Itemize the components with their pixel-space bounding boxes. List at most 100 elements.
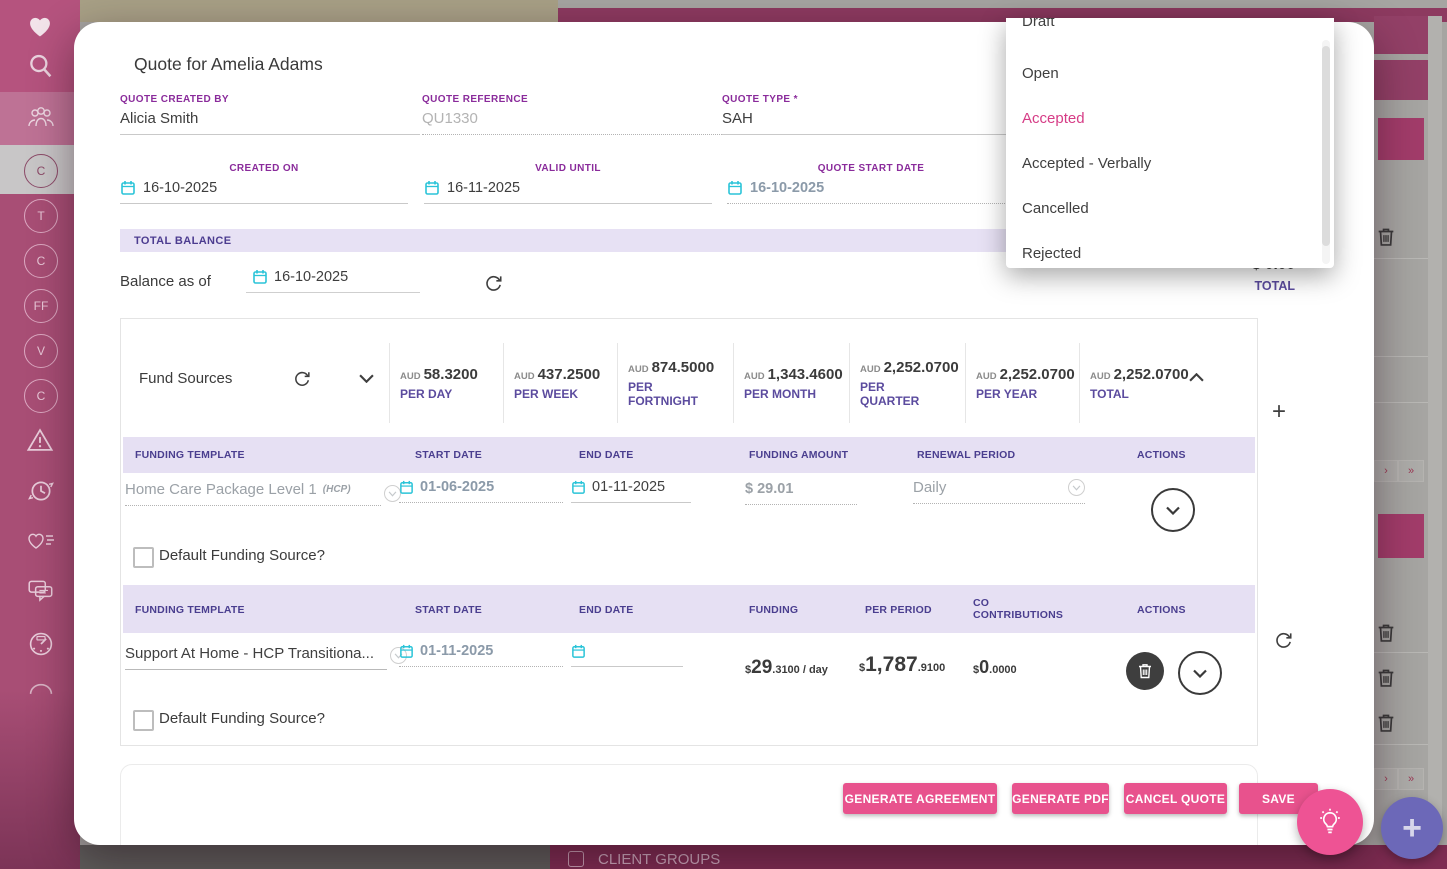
dropdown-item-accepted[interactable]: Accepted [1022, 99, 1302, 139]
heart-icon[interactable] [26, 13, 54, 39]
summary-period: PER WEEK [514, 386, 579, 401]
dropdown-item-draft[interactable]: Draft [1022, 18, 1302, 42]
dropdown-item-cancelled[interactable]: Cancelled [1022, 189, 1302, 229]
column-header: FUNDING AMOUNT [749, 449, 849, 461]
pager-next-glyph: › [1384, 465, 1388, 477]
generate-pdf-button[interactable]: GENERATE PDF [1012, 783, 1109, 814]
sidebar-avatar-client[interactable]: C [24, 244, 58, 278]
trash-icon[interactable] [1376, 226, 1396, 248]
default-funding-checkbox[interactable] [133, 547, 154, 568]
add-fab-button[interactable]: + [1381, 797, 1443, 859]
cancel-quote-button[interactable]: CANCEL QUOTE [1124, 783, 1227, 814]
start-date-cell[interactable]: 01-11-2025 [399, 643, 563, 667]
sidebar-avatar-client-active[interactable]: C [24, 154, 58, 188]
dropdown-item-accepted-verbally[interactable]: Accepted - Verbally [1022, 144, 1302, 184]
quote-status-dropdown: Draft Open Accepted Accepted - Verbally … [1006, 18, 1334, 268]
background-block [1378, 514, 1424, 558]
column-header: START DATE [415, 449, 482, 461]
client-groups-checkbox[interactable] [568, 851, 584, 867]
expand-row-button[interactable] [1178, 651, 1222, 695]
client-groups-label: CLIENT GROUPS [598, 851, 721, 868]
hint-fab-button[interactable] [1297, 789, 1363, 855]
bottom-bar-left [80, 845, 550, 869]
quote-created-by-value[interactable]: Alicia Smith [120, 110, 198, 127]
search-icon[interactable] [26, 52, 54, 82]
row-divider [1374, 402, 1428, 403]
calendar-icon[interactable] [571, 643, 586, 659]
funding-amount-cell: $ 29.01 [745, 481, 857, 505]
chevron-down-icon[interactable] [359, 374, 374, 383]
headset-icon[interactable] [26, 680, 54, 694]
sidebar-avatar-client[interactable]: C [24, 379, 58, 413]
row-divider [1374, 258, 1428, 259]
avatar-initials: C [36, 164, 46, 178]
avatar-initials: C [36, 254, 46, 268]
default-funding-label: Default Funding Source? [159, 547, 325, 564]
end-date-value[interactable]: 01-11-2025 [592, 479, 665, 495]
clients-people-icon[interactable] [26, 105, 54, 129]
funding-template-cell: Home Care Package Level 1 (HCP) [125, 481, 381, 506]
quote-type-value[interactable]: SAH [722, 110, 753, 127]
default-funding-label: Default Funding Source? [159, 710, 325, 727]
pager-last-glyph: » [1407, 773, 1415, 785]
chat-icon[interactable] [26, 578, 54, 604]
refresh-icon[interactable] [484, 273, 503, 292]
default-funding-checkbox[interactable] [133, 710, 154, 731]
created-on-value[interactable]: 16-10-2025 [143, 180, 217, 196]
lightbulb-icon [1316, 807, 1344, 837]
column-header: RENEWAL PERIOD [917, 449, 1016, 461]
add-fund-source-button[interactable]: + [1272, 398, 1286, 426]
sidebar-avatar-client[interactable]: T [24, 199, 58, 233]
sidebar-avatar-client[interactable]: FF [24, 289, 58, 323]
pager-last-button[interactable]: » [1398, 768, 1424, 790]
column-header: FUNDING [749, 604, 799, 616]
dashboard-gauge-icon[interactable] [26, 630, 54, 658]
quote-created-by-field: QUOTE CREATED BY Alicia Smith [120, 94, 420, 135]
end-date-cell[interactable]: 01-11-2025 [571, 479, 691, 503]
calendar-icon[interactable] [399, 643, 414, 659]
dropdown-scrollbar-thumb[interactable] [1322, 46, 1330, 246]
refresh-icon[interactable] [1274, 630, 1293, 649]
trash-icon[interactable] [1376, 667, 1396, 689]
valid-until-field[interactable]: VALID UNTIL 16-11-2025 [424, 163, 712, 204]
generate-agreement-button[interactable]: GENERATE AGREEMENT [843, 783, 997, 814]
end-date-cell[interactable] [571, 643, 683, 667]
column-header: CO CONTRIBUTIONS [973, 597, 1064, 621]
start-date-value[interactable]: 01-11-2025 [420, 643, 493, 659]
calendar-icon[interactable] [424, 179, 440, 196]
dropdown-item-rejected[interactable]: Rejected [1022, 234, 1302, 268]
funding-template-name[interactable]: Support At Home - HCP Transitiona... [125, 645, 374, 662]
funding-template-cell[interactable]: Support At Home - HCP Transitiona... [125, 645, 387, 670]
sidebar-avatar-client[interactable]: V [24, 334, 58, 368]
history-clock-icon[interactable] [26, 476, 54, 506]
co-contributions-value: $0.0000 [973, 657, 1017, 678]
refresh-icon[interactable] [293, 369, 311, 387]
per-period-value: $1,787.9100 [859, 653, 945, 677]
created-on-field[interactable]: CREATED ON 16-10-2025 [120, 163, 408, 204]
valid-until-value[interactable]: 16-11-2025 [447, 180, 520, 196]
screen: › » › » CLIENT GROUPS C T C FF V C Quote… [0, 0, 1447, 869]
chevron-up-icon[interactable] [1189, 373, 1204, 382]
calendar-icon[interactable] [252, 268, 268, 285]
calendar-icon [727, 179, 743, 196]
chevron-down-icon [1068, 479, 1085, 496]
renewal-period-cell: Daily [913, 479, 1085, 504]
pager-next-button[interactable]: › [1374, 460, 1398, 482]
avatar-initials: T [37, 209, 45, 223]
care-heart-icon[interactable] [26, 528, 54, 554]
pager-next-button[interactable]: › [1374, 768, 1398, 790]
calendar-icon[interactable] [120, 179, 136, 196]
trash-icon[interactable] [1376, 712, 1396, 734]
dropdown-item-open[interactable]: Open [1022, 54, 1302, 94]
page-scrollbar[interactable] [1428, 16, 1442, 828]
expand-row-button[interactable] [1151, 488, 1195, 532]
pager-last-button[interactable]: » [1398, 460, 1424, 482]
warning-icon[interactable] [26, 427, 54, 453]
balance-date-value[interactable]: 16-10-2025 [274, 269, 348, 285]
trash-icon[interactable] [1376, 622, 1396, 644]
calendar-icon[interactable] [571, 479, 586, 495]
co-contributions-rest: .0000 [989, 664, 1017, 676]
delete-row-button[interactable] [1126, 652, 1164, 690]
summary-period: PER DAY [400, 386, 453, 401]
background-block [1374, 60, 1428, 100]
